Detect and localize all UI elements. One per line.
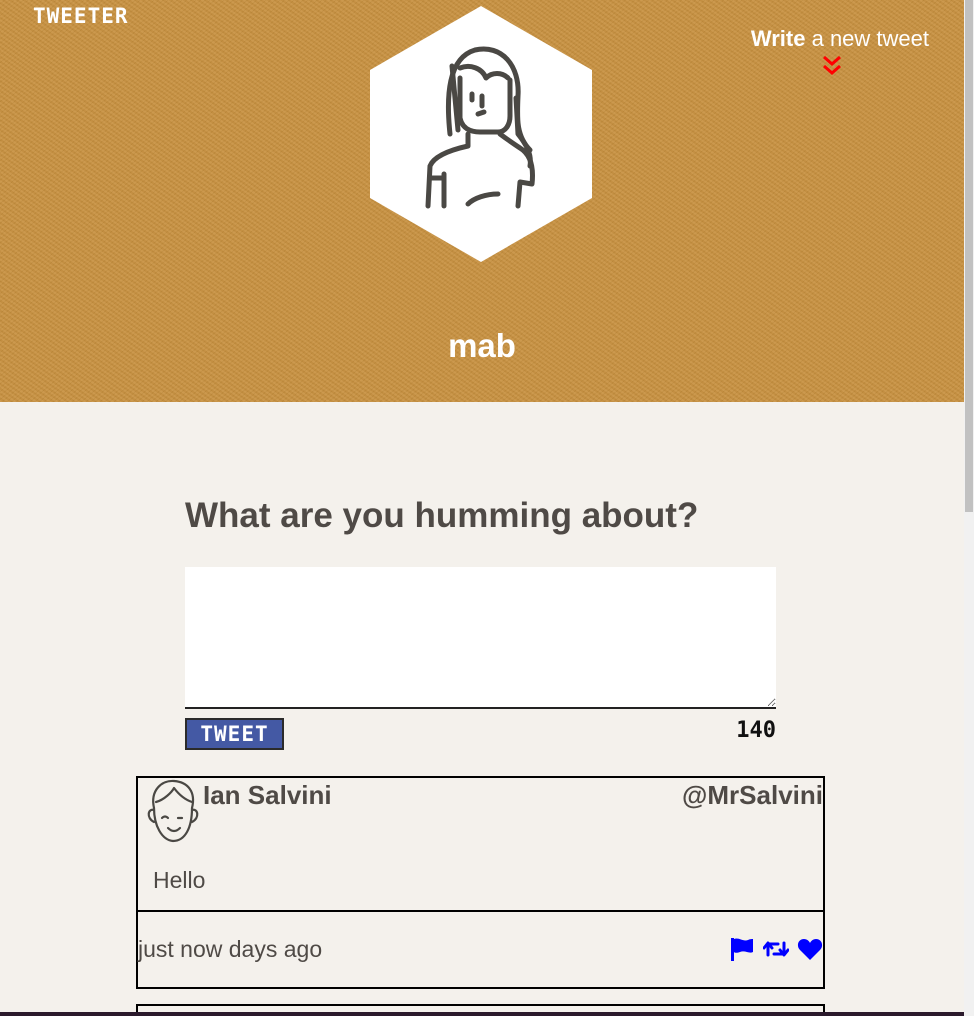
tweet-card: Ian Salvini @MrSalvini Hello just now da…	[136, 776, 825, 989]
write-new-tweet-toggle[interactable]: Write a new tweet	[719, 26, 929, 52]
bottom-bar	[0, 1012, 964, 1016]
compose-title: What are you humming about?	[185, 496, 699, 535]
tweet-header: Ian Salvini @MrSalvini Hello	[138, 778, 823, 910]
page-scrollbar-thumb[interactable]	[965, 0, 973, 512]
tweet-button[interactable]: TWEET	[185, 718, 284, 750]
profile-avatar	[370, 6, 592, 262]
tweet-body: Hello	[153, 867, 206, 893]
retweet-icon[interactable]	[763, 936, 789, 962]
tweet-actions	[729, 936, 823, 962]
user-avatar-icon	[147, 779, 199, 843]
heart-icon[interactable]	[797, 936, 823, 962]
flag-icon[interactable]	[729, 936, 755, 962]
profile-username: mab	[448, 327, 516, 364]
tweet-timestamp: just now days ago	[138, 936, 323, 962]
page: TWEETER Write a new tweet mab What are y…	[0, 0, 974, 1016]
character-counter: 140	[736, 718, 776, 743]
tweet-footer: just now days ago	[138, 912, 823, 987]
tweet-author-name[interactable]: Ian Salvini	[203, 780, 332, 811]
profile-header: TWEETER Write a new tweet mab	[0, 0, 964, 402]
double-chevron-down-icon[interactable]	[822, 55, 842, 77]
compose-toggle-rest: a new tweet	[811, 26, 929, 51]
tweet-textarea[interactable]	[185, 567, 776, 709]
tweet-author-handle[interactable]: @MrSalvini	[682, 780, 823, 811]
brand-logo[interactable]: TWEETER	[33, 4, 129, 28]
compose-toggle-strong: Write	[750, 26, 806, 51]
